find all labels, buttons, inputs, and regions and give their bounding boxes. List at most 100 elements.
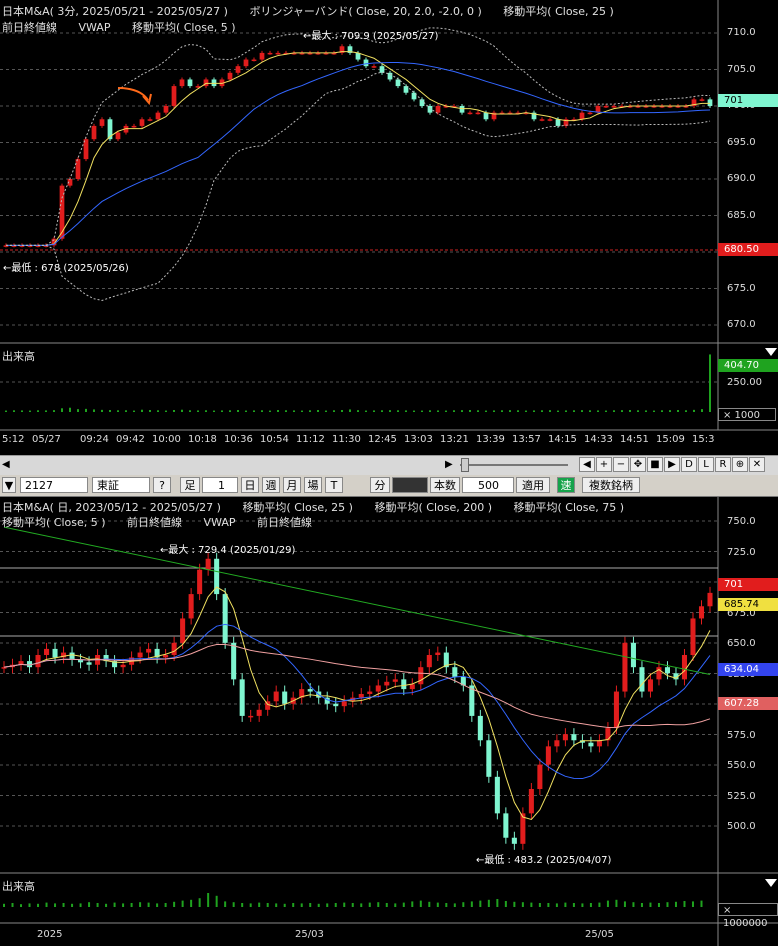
daily-candle bbox=[358, 693, 364, 698]
nav-button[interactable]: ✥ bbox=[630, 457, 646, 472]
honsu-input[interactable]: 500 bbox=[462, 477, 514, 493]
daily-volume-bar bbox=[666, 902, 669, 907]
daily-max-label: ←最大 : 729.4 (2025/01/29) bbox=[160, 545, 296, 556]
menu-dropdown-icon[interactable]: ▼ bbox=[2, 477, 16, 493]
speed-button[interactable]: 速 bbox=[557, 477, 575, 493]
ashi-label: 足 bbox=[180, 477, 200, 493]
daily-y-tick: 575.0 bbox=[727, 729, 756, 741]
zoom-slider-thumb[interactable] bbox=[461, 458, 469, 472]
intraday-volume-bar bbox=[397, 410, 399, 412]
daily-candle bbox=[86, 662, 92, 665]
intraday-candle bbox=[147, 119, 153, 121]
intraday-candle bbox=[699, 99, 705, 101]
intraday-volume-bar bbox=[413, 410, 415, 412]
nav-button[interactable]: ⊕ bbox=[732, 457, 748, 472]
period-ba-button[interactable]: 場 bbox=[304, 477, 322, 493]
period-month-button[interactable]: 月 bbox=[283, 477, 301, 493]
period-week-button[interactable]: 週 bbox=[262, 477, 280, 493]
nav-button[interactable]: D bbox=[681, 457, 697, 472]
daily-candle bbox=[690, 618, 696, 655]
daily-volume-bar bbox=[122, 903, 125, 907]
intraday-volume-bar bbox=[213, 410, 215, 412]
intraday-x-tick: 09:24 bbox=[80, 434, 109, 445]
daily-volume-bar bbox=[496, 899, 499, 907]
intraday-volume-bar bbox=[277, 410, 279, 412]
intraday-volume-bar bbox=[5, 410, 7, 412]
nav-button[interactable]: ✕ bbox=[749, 457, 765, 472]
daily-ma75-tag: 634.04 bbox=[718, 663, 778, 676]
daily-volume-bar bbox=[71, 903, 74, 907]
period-day-button[interactable]: 日 bbox=[241, 477, 259, 493]
intraday-candle bbox=[267, 52, 273, 55]
daily-candle bbox=[647, 679, 653, 692]
intraday-last-price-tag: 701 bbox=[718, 94, 778, 107]
daily-header-line1: 日本M&A( 日, 2023/05/12 - 2025/05/27 ) 移動平均… bbox=[2, 499, 642, 515]
intraday-candle bbox=[99, 119, 105, 126]
daily-volume-bar bbox=[632, 902, 635, 907]
scroll-left-icon[interactable]: ◀ bbox=[2, 459, 10, 470]
daily-volume-bar bbox=[530, 902, 533, 907]
intraday-x-tick: 12:45 bbox=[368, 434, 397, 445]
daily-volume-bar bbox=[462, 902, 465, 907]
market-select[interactable]: 東証 bbox=[92, 477, 150, 493]
daily-ma75-label: 移動平均( Close, 75 ) bbox=[513, 501, 625, 514]
daily-ma25-tag: 685.74 bbox=[718, 598, 778, 611]
nav-button[interactable]: L bbox=[698, 457, 714, 472]
intraday-volume-bar bbox=[517, 410, 519, 412]
nav-button[interactable]: ▶ bbox=[664, 457, 680, 472]
nav-button[interactable]: + bbox=[596, 457, 612, 472]
nav-button[interactable]: ■ bbox=[647, 457, 663, 472]
intraday-volume-bar bbox=[613, 410, 615, 412]
intraday-volume-bar bbox=[509, 410, 511, 412]
daily-x-tick: 25/05 bbox=[585, 929, 614, 940]
daily-volume-bar bbox=[640, 903, 643, 907]
intraday-volume-bar bbox=[325, 410, 327, 412]
intraday-y-tick: 710.0 bbox=[727, 27, 756, 38]
nav-button[interactable]: ◀ bbox=[579, 457, 595, 472]
intraday-volume-bar bbox=[261, 410, 263, 412]
apply-button[interactable]: 適用 bbox=[516, 477, 550, 493]
intraday-volume-bar bbox=[349, 409, 351, 412]
intraday-x-tick: 14:51 bbox=[620, 434, 649, 445]
multi-stock-button[interactable]: 複数銘柄 bbox=[582, 477, 640, 493]
daily-title: 日本M&A( 日, 2023/05/12 - 2025/05/27 ) bbox=[2, 501, 221, 514]
intraday-volume-bar bbox=[645, 410, 647, 412]
intraday-candle bbox=[611, 106, 617, 108]
daily-x-tick: 25/03 bbox=[295, 929, 324, 940]
intraday-collapse-icon[interactable] bbox=[765, 348, 777, 356]
daily-volume-bar bbox=[445, 903, 448, 907]
intraday-volume-bar bbox=[69, 407, 71, 412]
scroll-right-icon[interactable]: ▶ bbox=[445, 459, 453, 470]
intraday-volume-bar bbox=[565, 410, 567, 412]
intraday-volume-tag: 404.70 bbox=[718, 359, 778, 372]
daily-volume-bar bbox=[479, 900, 482, 907]
intraday-volume-label: 出来高 bbox=[2, 350, 35, 363]
daily-ma25-label: 移動平均( Close, 25 ) bbox=[242, 501, 353, 514]
chart-scrollbar[interactable]: ◀ ▶ ◀ + − ✥ ■ ▶ D L R ⊕ ✕ bbox=[0, 455, 778, 476]
daily-ma75-line bbox=[3, 643, 711, 728]
daily-ma200-line bbox=[3, 526, 711, 675]
intraday-y-tick: 705.0 bbox=[727, 63, 756, 75]
daily-candle bbox=[375, 685, 381, 692]
intraday-volume-bar bbox=[693, 409, 695, 412]
minute-button[interactable]: 分 bbox=[370, 477, 390, 493]
intraday-volume-bar bbox=[221, 410, 223, 412]
stock-code-input[interactable]: 2127 bbox=[20, 477, 88, 493]
help-button[interactable]: ? bbox=[153, 477, 171, 493]
intraday-candle bbox=[235, 66, 241, 73]
intraday-candle bbox=[275, 52, 281, 55]
daily-collapse-icon[interactable] bbox=[765, 879, 777, 887]
intraday-x-tick: 05/27 bbox=[32, 434, 61, 445]
color-swatch[interactable] bbox=[392, 477, 428, 493]
period-t-button[interactable]: T bbox=[325, 477, 343, 493]
nav-button[interactable]: R bbox=[715, 457, 731, 472]
daily-y-tick: 750.0 bbox=[727, 516, 756, 527]
zoom-slider[interactable] bbox=[460, 464, 568, 466]
daily-candle bbox=[588, 742, 594, 747]
nav-button[interactable]: − bbox=[613, 457, 629, 472]
intraday-volume-bar bbox=[333, 410, 335, 412]
daily-volume-bar bbox=[674, 901, 677, 907]
daily-candle bbox=[163, 655, 169, 658]
daily-volume-bar bbox=[130, 903, 133, 907]
period-count-input[interactable]: 1 bbox=[202, 477, 238, 493]
